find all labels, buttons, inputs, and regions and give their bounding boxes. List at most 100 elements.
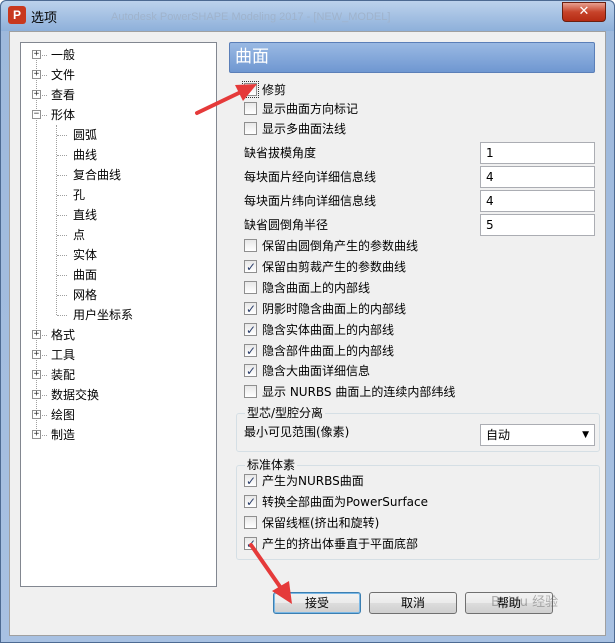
keep-wireframe-checkbox[interactable] [244,516,257,529]
hide-large-detail-checkbox[interactable] [244,361,257,381]
tree-guide-line [57,175,67,176]
tree-item-label: 装配 [51,368,76,382]
cancel-button[interactable]: 取消 [369,592,457,614]
min-visible-range-select[interactable]: 自动 ▼ [480,424,595,446]
extrusion-perpendicular-label: 产生的挤出体垂直于平面底部 [262,537,419,551]
tree-guide-line [57,195,67,196]
tree-group-item[interactable]: 绘图 [51,405,75,425]
tree-child-item[interactable]: 点 [73,225,85,245]
create-nurbs-checkbox[interactable] [244,471,257,491]
trim-checkbox[interactable] [242,81,259,98]
tree-child-item[interactable]: 网格 [73,285,97,305]
expand-plus-icon[interactable]: + [32,350,41,359]
draft-angle-label: 缺省拔模角度 [244,146,317,160]
tree-item-label: 工具 [51,348,76,362]
tree-group-item[interactable]: 查看 [51,85,75,105]
tree-child-item[interactable]: 圆弧 [73,125,97,145]
fillet-radius-input[interactable]: 5 [480,214,595,236]
tree-child-item[interactable]: 实体 [73,245,97,265]
convert-powersurface-checkbox[interactable] [244,492,257,512]
tree-child-item[interactable]: 曲面 [73,265,97,285]
convert-powersurface-label: 转换全部曲面为PowerSurface [262,495,428,509]
tree-item-label: 绘图 [51,408,76,422]
tree-group-item[interactable]: 形体 [51,105,75,125]
accept-button[interactable]: 接受 [273,592,361,614]
tree-item-label: 曲线 [73,148,98,162]
panel-header: 曲面 [229,42,595,73]
expand-plus-icon[interactable]: + [32,90,41,99]
tree-child-item[interactable]: 曲线 [73,145,97,165]
tree-guide-line [57,215,67,216]
close-button[interactable]: ✕ [562,2,606,22]
min-visible-range-label: 最小可见范围(像素) [244,425,350,439]
chevron-down-icon[interactable]: ▼ [582,425,589,445]
tree-child-item[interactable]: 复合曲线 [73,165,121,185]
tree-item-label: 数据交换 [51,388,100,402]
tree-group-item[interactable]: 格式 [51,325,75,345]
keep-trim-curves-checkbox[interactable] [244,257,257,277]
expand-plus-icon[interactable]: + [32,70,41,79]
tree-child-item[interactable]: 用户坐标系 [73,305,133,325]
tree-group-item[interactable]: 数据交换 [51,385,99,405]
tree-guide-line [57,235,67,236]
min-visible-range-value: 自动 [486,428,511,442]
extrusion-perpendicular-checkbox[interactable] [244,534,257,554]
show-nurbs-latitude-checkbox[interactable] [244,385,257,398]
longitude-lines-input[interactable]: 4 [480,166,595,188]
options-dialog: P 选项 Autodesk PowerSHAPE Modeling 2017 -… [0,0,615,643]
tree-group-item[interactable]: 装配 [51,365,75,385]
expand-plus-icon[interactable]: + [32,430,41,439]
tree-item-label: 查看 [51,88,76,102]
watermark-text: Baidu 经验 [491,595,559,610]
tree-group-item[interactable]: 工具 [51,345,75,365]
title-bar[interactable]: P 选项 Autodesk PowerSHAPE Modeling 2017 -… [1,1,614,31]
keep-fillet-curves-checkbox[interactable] [244,239,257,252]
expand-plus-icon[interactable]: + [32,330,41,339]
tree-item-label: 一般 [51,48,76,62]
options-tree[interactable]: 一般 + 文件 + 查看 + 形体 − 圆弧曲线复合曲线孔直线点实体曲面网格用户坐标系格式 + 工具… [20,42,217,587]
tree-item-label: 曲面 [73,268,98,282]
latitude-lines-input[interactable]: 4 [480,190,595,212]
latitude-lines-label: 每块面片纬向详细信息线 [244,194,377,208]
keep-wireframe-label: 保留线框(挤出和旋转) [262,516,380,530]
tree-guide-line [57,275,67,276]
collapse-minus-icon[interactable]: − [32,110,41,119]
hide-shaded-lines-label: 阴影时隐含曲面上的内部线 [262,302,407,316]
tree-guide-line [57,255,67,256]
window-title: 选项 [31,11,58,26]
expand-plus-icon[interactable]: + [32,370,41,379]
background-window-title: Autodesk PowerSHAPE Modeling 2017 - [NEW… [111,11,391,23]
tree-item-label: 格式 [51,328,76,342]
hide-shaded-lines-checkbox[interactable] [244,299,257,319]
hide-internal-lines-label: 隐含曲面上的内部线 [262,281,371,295]
keep-trim-curves-label: 保留由剪裁产生的参数曲线 [262,260,407,274]
tree-item-label: 网格 [73,288,98,302]
tree-group-item[interactable]: 文件 [51,65,75,85]
expand-plus-icon[interactable]: + [32,50,41,59]
show-normals-checkbox[interactable] [244,122,257,135]
hide-part-lines-label: 隐含部件曲面上的内部线 [262,344,395,358]
tree-child-item[interactable]: 孔 [73,185,85,205]
show-direction-checkbox[interactable] [244,102,257,115]
draft-angle-input[interactable]: 1 [480,142,595,164]
powershape-app-icon: P [8,6,26,24]
tree-item-label: 制造 [51,428,76,442]
expand-plus-icon[interactable]: + [32,410,41,419]
create-nurbs-label: 产生为NURBS曲面 [262,474,364,488]
tree-item-label: 文件 [51,68,76,82]
tree-group-item[interactable]: 制造 [51,425,75,445]
hide-solid-lines-checkbox[interactable] [244,320,257,340]
show-nurbs-latitude-label: 显示 NURBS 曲面上的连续内部纬线 [262,385,456,399]
trim-label: 修剪 [262,83,287,97]
hide-large-detail-label: 隐含大曲面详细信息 [262,364,371,378]
tree-child-item[interactable]: 直线 [73,205,97,225]
tree-item-label: 实体 [73,248,98,262]
keep-fillet-curves-label: 保留由圆倒角产生的参数曲线 [262,239,419,253]
tree-group-item[interactable]: 一般 [51,45,75,65]
hide-internal-lines-checkbox[interactable] [244,281,257,294]
hide-part-lines-checkbox[interactable] [244,341,257,361]
hide-solid-lines-label: 隐含实体曲面上的内部线 [262,323,395,337]
tree-item-label: 用户坐标系 [73,308,134,322]
expand-plus-icon[interactable]: + [32,390,41,399]
tree-guide-line [56,125,57,315]
